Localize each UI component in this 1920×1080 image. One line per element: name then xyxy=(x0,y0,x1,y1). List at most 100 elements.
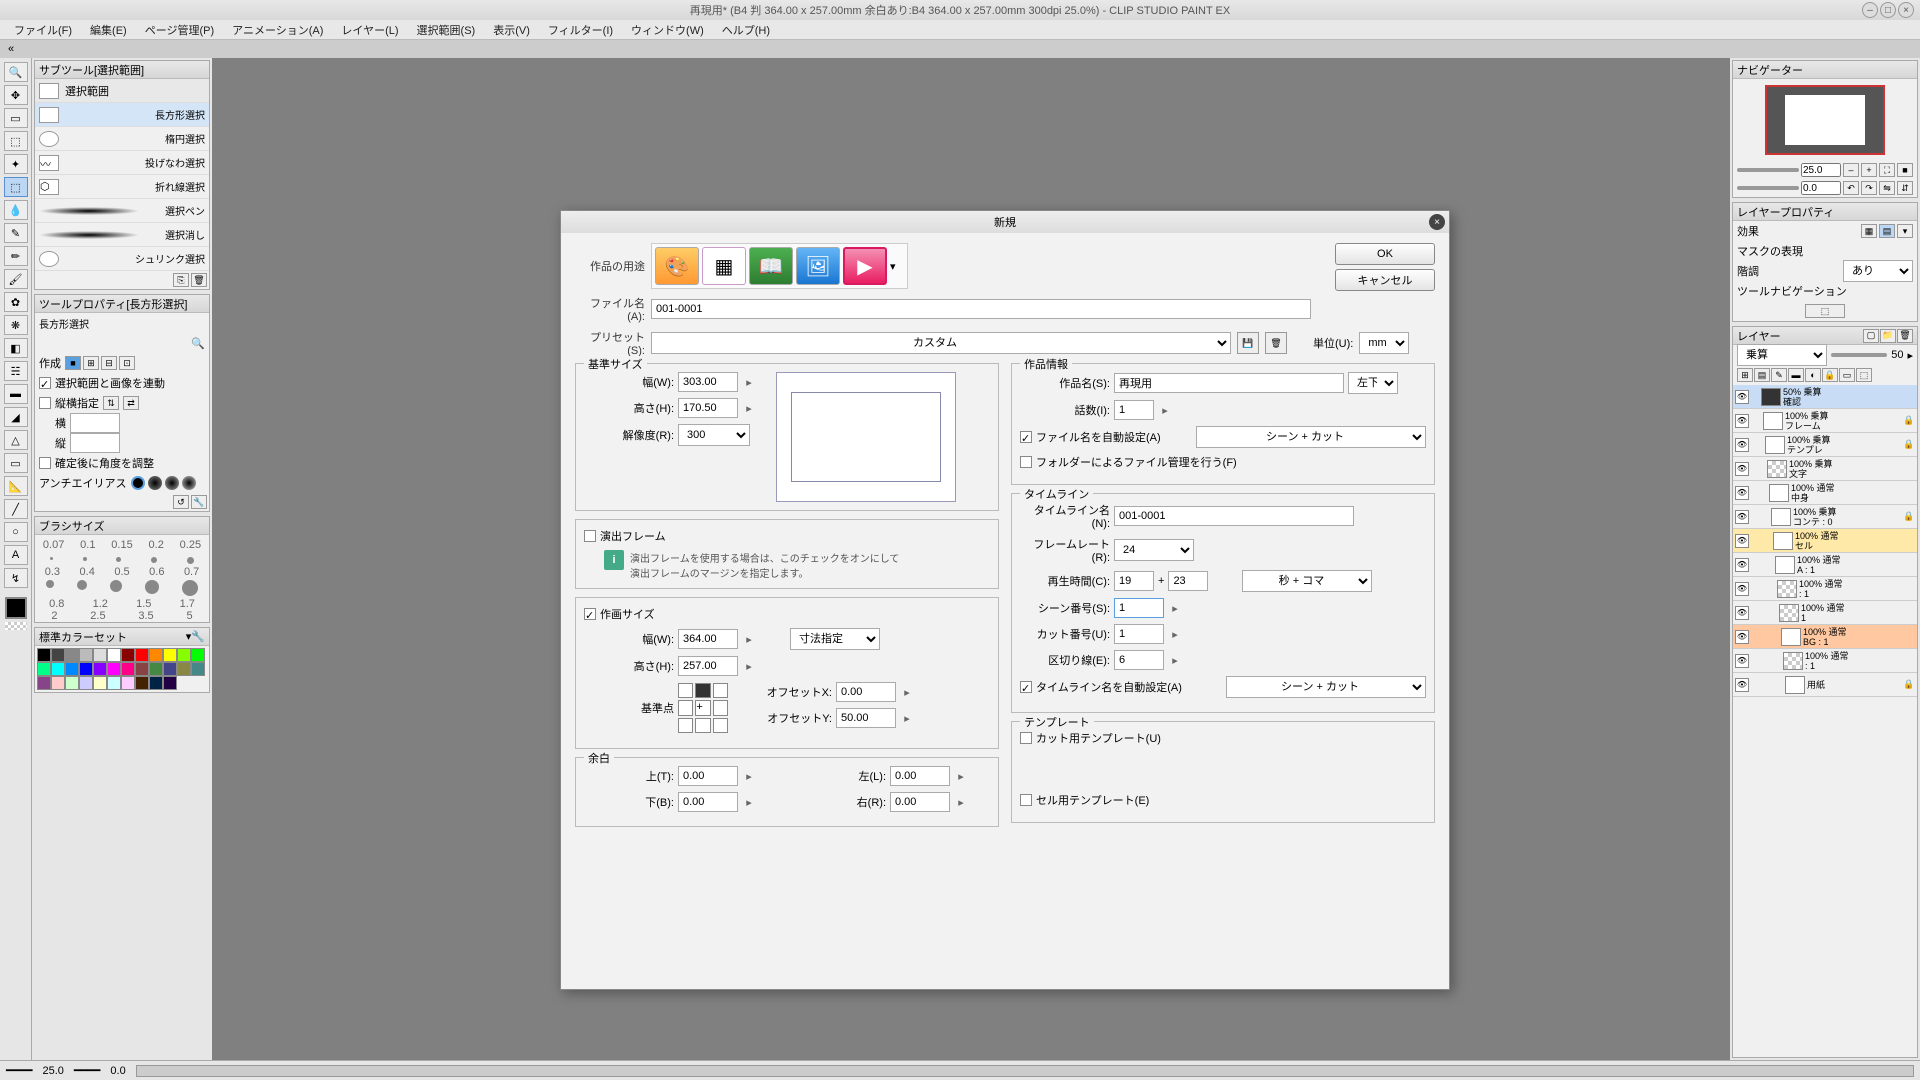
lock-icon[interactable]: 🔒 xyxy=(1903,415,1915,426)
anchor-grid[interactable]: + xyxy=(678,683,728,733)
menu-animation[interactable]: アニメーション(A) xyxy=(224,20,331,40)
lock-icon[interactable]: 🔒 xyxy=(1903,511,1915,522)
copy-icon[interactable]: ⎘ xyxy=(173,273,189,287)
color-swatch[interactable] xyxy=(37,662,51,676)
wrench-icon[interactable]: 🔧 xyxy=(191,630,205,643)
tool-pen-icon[interactable]: ✎ xyxy=(4,223,28,243)
menu-file[interactable]: ファイル(F) xyxy=(6,20,80,40)
aa-mid-icon[interactable] xyxy=(165,476,179,490)
toolnav-icon[interactable]: ⬚ xyxy=(1805,304,1845,318)
color-swatch[interactable] xyxy=(121,648,135,662)
arrow-icon[interactable]: ▸ xyxy=(742,633,756,646)
visibility-icon[interactable]: 👁 xyxy=(1735,582,1749,596)
menu-page[interactable]: ページ管理(P) xyxy=(137,20,222,40)
autofile-check[interactable]: ✓ xyxy=(1020,431,1032,443)
lbtn[interactable]: ◐ xyxy=(1805,368,1821,382)
bs[interactable]: 0.07 xyxy=(43,539,64,551)
draw-w-input[interactable] xyxy=(678,629,738,649)
tool-wand-icon[interactable]: ✦ xyxy=(4,154,28,174)
swap-icon[interactable]: ⇄ xyxy=(123,396,139,410)
reset-icon[interactable]: ↺ xyxy=(173,495,189,509)
lbtn[interactable]: ✎ xyxy=(1771,368,1787,382)
bs[interactable]: 0.5 xyxy=(114,566,129,578)
bs[interactable]: 2.5 xyxy=(90,610,105,622)
visibility-icon[interactable]: 👁 xyxy=(1735,438,1749,452)
base-h-input[interactable] xyxy=(678,398,738,418)
lbtn[interactable]: ⊞ xyxy=(1737,368,1753,382)
color-swatch[interactable] xyxy=(107,662,121,676)
color-swatch[interactable] xyxy=(191,662,205,676)
arrow-icon[interactable]: ▸ xyxy=(954,796,968,809)
layer-row[interactable]: 👁100% 乗算テンプレ🔒 xyxy=(1733,433,1917,457)
arrow-icon[interactable]: ▸ xyxy=(742,796,756,809)
trash-icon[interactable]: 🗑 xyxy=(191,273,207,287)
purpose-book-icon[interactable]: 📖 xyxy=(749,247,793,285)
zoom-in-icon[interactable]: + xyxy=(1861,163,1877,177)
autoname-select[interactable]: シーン + カット xyxy=(1226,676,1426,698)
unit-select[interactable]: mm xyxy=(1359,332,1409,354)
visibility-icon[interactable]: 👁 xyxy=(1735,486,1749,500)
aa-weak-icon[interactable] xyxy=(148,476,162,490)
lbtn[interactable]: 🔒 xyxy=(1822,368,1838,382)
visibility-icon[interactable]: 👁 xyxy=(1735,654,1749,668)
subtool-item[interactable]: シュリンク選択 xyxy=(35,247,209,271)
cancel-button[interactable]: キャンセル xyxy=(1335,269,1435,291)
preset-save-icon[interactable]: 💾 xyxy=(1237,332,1259,354)
purpose-comic-icon[interactable]: ▦ xyxy=(702,247,746,285)
layer-row[interactable]: 👁100% 通常: 1 xyxy=(1733,649,1917,673)
offset-x-input[interactable] xyxy=(836,682,896,702)
color-swatch[interactable] xyxy=(135,662,149,676)
tool-text-icon[interactable]: A xyxy=(4,545,28,565)
tool-line-icon[interactable]: ╱ xyxy=(4,499,28,519)
tool-fill-icon[interactable]: ▬ xyxy=(4,384,28,404)
fit-icon[interactable]: ⛶ xyxy=(1879,163,1895,177)
workname-input[interactable] xyxy=(1114,373,1344,393)
color-swatch[interactable] xyxy=(51,662,65,676)
color-swatch[interactable] xyxy=(51,676,65,690)
wrench-icon[interactable]: 🔧 xyxy=(191,495,207,509)
layer-folder-icon[interactable]: 📁 xyxy=(1880,329,1896,343)
dim-select[interactable]: 寸法指定 xyxy=(790,628,880,650)
scrollbar-h[interactable] xyxy=(136,1065,1914,1077)
bs[interactable]: 1.7 xyxy=(180,598,195,610)
arrow-icon[interactable]: ▸ xyxy=(742,402,756,415)
close-icon[interactable]: × xyxy=(1898,2,1914,18)
color-swatch[interactable] xyxy=(79,662,93,676)
tool-zoom-icon[interactable]: 🔍 xyxy=(4,62,28,82)
tool-eyedrop-icon[interactable]: 💧 xyxy=(4,200,28,220)
transparent-color[interactable] xyxy=(5,622,27,630)
menu-view[interactable]: 表示(V) xyxy=(485,20,538,40)
wh-check[interactable] xyxy=(39,397,51,409)
layer-row[interactable]: 👁100% 通常A : 1 xyxy=(1733,553,1917,577)
color-swatch[interactable] xyxy=(65,676,79,690)
menu-window[interactable]: ウィンドウ(W) xyxy=(623,20,712,40)
angle-check[interactable] xyxy=(39,457,51,469)
color-swatch[interactable] xyxy=(79,648,93,662)
bs[interactable]: 5 xyxy=(186,610,192,622)
tool-airbrush-icon[interactable]: ✿ xyxy=(4,292,28,312)
opacity-slider[interactable] xyxy=(1831,353,1887,357)
tool-sub-icon[interactable]: ⬚ xyxy=(4,131,28,151)
blend-select[interactable]: 乗算 xyxy=(1737,344,1827,366)
draw-h-input[interactable] xyxy=(678,656,738,676)
visibility-icon[interactable]: 👁 xyxy=(1735,462,1749,476)
bs[interactable]: 0.7 xyxy=(184,566,199,578)
bs[interactable]: 0.2 xyxy=(149,539,164,551)
cut-template-check[interactable] xyxy=(1020,732,1032,744)
play2-input[interactable] xyxy=(1168,571,1208,591)
cel-template-check[interactable] xyxy=(1020,794,1032,806)
color-swatch[interactable] xyxy=(79,676,93,690)
bs[interactable]: 3.5 xyxy=(138,610,153,622)
arrow-icon[interactable]: ▸ xyxy=(1168,628,1182,641)
tool-brush-icon[interactable]: 🖌 xyxy=(4,269,28,289)
lbtn[interactable]: ▤ xyxy=(1754,368,1770,382)
visibility-icon[interactable]: 👁 xyxy=(1735,558,1749,572)
tool-gradient-icon[interactable]: ◢ xyxy=(4,407,28,427)
layer-row[interactable]: 👁用紙🔒 xyxy=(1733,673,1917,697)
subtool-item[interactable]: 選択消し xyxy=(35,223,209,247)
minimize-icon[interactable]: – xyxy=(1862,2,1878,18)
autoname-check[interactable]: ✓ xyxy=(1020,681,1032,693)
layer-row[interactable]: 👁50% 乗算確認 xyxy=(1733,385,1917,409)
color-swatch[interactable] xyxy=(93,662,107,676)
margin-t-input[interactable] xyxy=(678,766,738,786)
